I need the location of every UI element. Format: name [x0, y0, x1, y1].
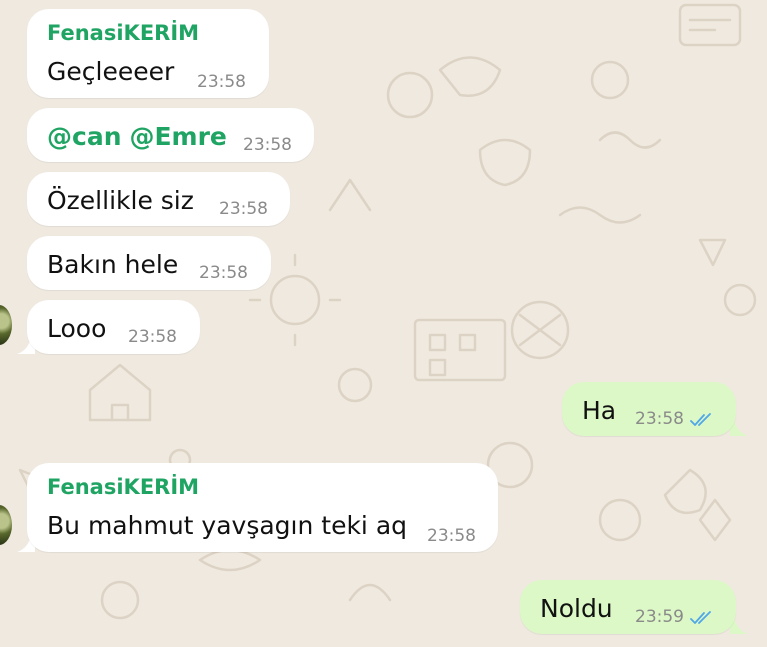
message-time: 23:58: [427, 526, 476, 546]
sender-name[interactable]: FenasiKERİM: [47, 21, 199, 45]
double-check-icon: [690, 611, 711, 624]
message-bubble[interactable]: @can @Emre 23:58: [27, 108, 314, 162]
message-text: Geçleeeer: [47, 57, 175, 86]
message-time: 23:58: [243, 135, 292, 155]
sender-name[interactable]: FenasiKERİM: [47, 475, 199, 499]
message-time: 23:58: [219, 199, 268, 219]
message-text: Looo: [47, 314, 107, 343]
message-text: @can @Emre: [47, 122, 227, 151]
mention-link[interactable]: @Emre: [129, 122, 226, 151]
message-time: 23:59: [635, 607, 684, 627]
message-bubble[interactable]: Looo 23:58: [27, 300, 200, 354]
message-bubble[interactable]: Noldu 23:59: [520, 580, 736, 634]
message-text: Özellikle siz: [47, 186, 194, 215]
message-text: Bakın hele: [47, 250, 179, 279]
message-time: 23:58: [128, 327, 177, 347]
message-bubble[interactable]: FenasiKERİM Bu mahmut yavşagın teki aq 2…: [27, 463, 498, 552]
message-time: 23:58: [635, 409, 684, 429]
message-time: 23:58: [197, 72, 246, 92]
message-bubble[interactable]: Özellikle siz 23:58: [27, 172, 290, 226]
message-bubble[interactable]: Bakın hele 23:58: [27, 236, 271, 290]
double-check-icon: [690, 413, 711, 426]
message-text: Ha: [582, 396, 617, 425]
message-bubble[interactable]: FenasiKERİM Geçleeeer 23:58: [27, 9, 269, 98]
message-time: 23:58: [199, 263, 248, 283]
message-text: Bu mahmut yavşagın teki aq: [47, 511, 408, 540]
message-bubble[interactable]: Ha 23:58: [562, 382, 736, 436]
message-text: Noldu: [540, 594, 613, 623]
mention-link[interactable]: @can: [47, 122, 122, 151]
